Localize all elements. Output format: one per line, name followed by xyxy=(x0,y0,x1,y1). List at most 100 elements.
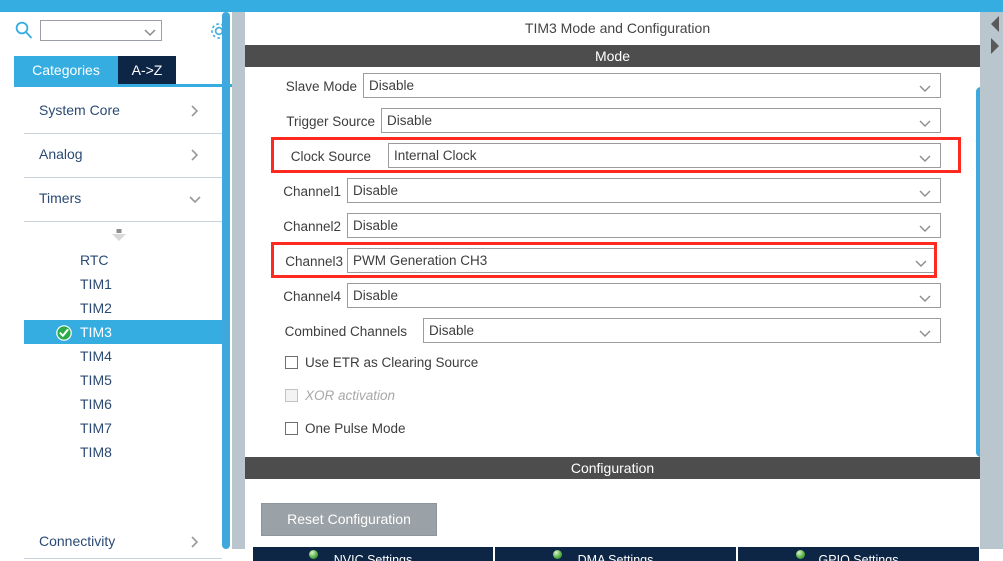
chevron-down-icon[interactable] xyxy=(918,326,932,337)
tree-group-timers[interactable]: Timers xyxy=(24,178,222,222)
checkbox-use-etr[interactable] xyxy=(285,356,298,369)
sidebar-panel: Categories A->Z System Core Analog Timer… xyxy=(0,12,232,559)
row-one-pulse-mode[interactable]: One Pulse Mode xyxy=(245,418,885,444)
tree-item-rtc[interactable]: RTC xyxy=(24,248,222,272)
chevron-down-icon[interactable] xyxy=(918,151,932,162)
panel-gap xyxy=(980,12,990,549)
tree-item-tim2[interactable]: TIM2 xyxy=(24,296,222,320)
checkbox-label: One Pulse Mode xyxy=(305,421,406,436)
clock-source-select[interactable]: Internal Clock xyxy=(388,143,941,168)
tab-label: GPIO Settings xyxy=(818,553,899,561)
field-label: Channel2 xyxy=(283,219,341,234)
checkbox-label: XOR activation xyxy=(305,388,396,403)
row-combined-channels: Combined Channels Disable xyxy=(245,317,945,347)
tab-label: DMA Settings xyxy=(577,553,654,561)
chevron-down-icon[interactable] xyxy=(918,186,932,197)
field-label: Combined Channels xyxy=(284,324,407,339)
row-channel4: Channel4 Disable xyxy=(245,282,945,312)
channel2-select[interactable]: Disable xyxy=(347,213,941,238)
tree-item-tim7[interactable]: TIM7 xyxy=(24,416,222,440)
configuration-tabs: NVIC Settings DMA Settings GPIO Settings xyxy=(253,547,980,561)
sidebar-search-row xyxy=(0,12,232,46)
tree-group-label: Analog xyxy=(39,146,83,162)
field-label: Channel3 xyxy=(285,254,343,269)
tree-item-tim6[interactable]: TIM6 xyxy=(24,392,222,416)
field-value: Disable xyxy=(353,183,399,198)
slave-mode-select[interactable]: Disable xyxy=(363,73,941,98)
mode-section-header: Mode xyxy=(245,45,980,67)
field-label: Channel1 xyxy=(283,184,341,199)
field-value: Internal Clock xyxy=(394,148,477,163)
tab-gpio-settings[interactable]: GPIO Settings xyxy=(738,547,980,561)
tree-item-tim8[interactable]: TIM8 xyxy=(24,440,222,464)
row-trigger-source: Trigger Source Disable xyxy=(245,107,945,137)
tree-item-tim5[interactable]: TIM5 xyxy=(24,368,222,392)
configuration-body: Reset Configuration xyxy=(245,479,980,549)
row-channel1: Channel1 Disable xyxy=(245,177,945,207)
tab-dma-settings[interactable]: DMA Settings xyxy=(495,547,737,561)
tab-nvic-settings[interactable]: NVIC Settings xyxy=(253,547,494,561)
tabs-underline xyxy=(14,84,232,87)
search-combobox[interactable] xyxy=(40,20,162,41)
row-xor-activation: XOR activation xyxy=(245,385,885,411)
row-clock-source: Clock Source Internal Clock xyxy=(245,142,945,172)
window-scroll-arrows[interactable] xyxy=(988,12,1003,60)
tree-item-tim4[interactable]: TIM4 xyxy=(24,344,222,368)
tree-item-label: TIM2 xyxy=(80,300,112,316)
chevron-down-icon[interactable] xyxy=(914,256,928,267)
peripheral-tree: System Core Analog Timers RTC TIM1 TIM2 … xyxy=(24,90,222,549)
field-value: Disable xyxy=(429,323,475,338)
tree-group-label: System Core xyxy=(39,102,120,118)
tree-scroll-up-area[interactable] xyxy=(24,222,222,248)
field-label: Slave Mode xyxy=(285,79,357,94)
combined-channels-select[interactable]: Disable xyxy=(423,318,941,343)
search-icon[interactable] xyxy=(14,20,34,40)
chevron-right-icon[interactable] xyxy=(188,104,202,118)
main-panel: TIM3 Mode and Configuration Mode Slave M… xyxy=(245,12,990,561)
configuration-section-header: Configuration xyxy=(245,457,980,479)
timer-list: RTC TIM1 TIM2 TIM3 TIM4 TIM5 TIM6 TIM7 T… xyxy=(24,248,222,464)
tree-group-analog[interactable]: Analog xyxy=(24,134,222,178)
field-value: Disable xyxy=(353,218,399,233)
row-use-etr-clearing-source[interactable]: Use ETR as Clearing Source xyxy=(245,352,885,378)
checkbox-one-pulse-mode[interactable] xyxy=(285,422,298,435)
scroll-up-spinner-icon[interactable] xyxy=(110,228,128,244)
tab-categories[interactable]: Categories xyxy=(14,56,118,84)
reset-configuration-button[interactable]: Reset Configuration xyxy=(261,503,437,536)
field-value: Disable xyxy=(369,78,415,93)
field-value: PWM Generation CH3 xyxy=(353,253,488,268)
chevron-down-icon[interactable] xyxy=(918,291,932,302)
tree-item-label: TIM8 xyxy=(80,444,112,460)
channel3-select[interactable]: PWM Generation CH3 xyxy=(347,248,937,273)
application-window: Categories A->Z System Core Analog Timer… xyxy=(0,0,1003,561)
tree-item-label: TIM6 xyxy=(80,396,112,412)
channel4-select[interactable]: Disable xyxy=(347,283,941,308)
field-label: Channel4 xyxy=(283,289,341,304)
tree-item-tim1[interactable]: TIM1 xyxy=(24,272,222,296)
tree-item-label: TIM5 xyxy=(80,372,112,388)
field-label: Trigger Source xyxy=(286,114,375,129)
chevron-down-icon[interactable] xyxy=(918,221,932,232)
tree-item-label: TIM3 xyxy=(80,324,112,340)
mode-form: Slave Mode Disable Trigger Source Disabl… xyxy=(245,68,980,455)
chevron-right-icon[interactable] xyxy=(188,535,202,549)
tree-item-label: TIM7 xyxy=(80,420,112,436)
tree-item-tim3[interactable]: TIM3 xyxy=(24,320,222,344)
top-accent-strip xyxy=(0,0,1003,12)
field-value: Disable xyxy=(387,113,433,128)
tree-group-connectivity[interactable]: Connectivity xyxy=(24,525,222,561)
chevron-down-icon[interactable] xyxy=(918,81,932,92)
tree-group-system-core[interactable]: System Core xyxy=(24,90,222,134)
sidebar-scrollbar[interactable] xyxy=(222,12,230,549)
chevron-right-icon[interactable] xyxy=(188,148,202,162)
channel1-select[interactable]: Disable xyxy=(347,178,941,203)
row-channel3: Channel3 PWM Generation CH3 xyxy=(245,247,945,277)
search-input[interactable] xyxy=(44,23,144,40)
window-scrollbar-track[interactable] xyxy=(990,12,1003,549)
chevron-down-icon[interactable] xyxy=(918,116,932,127)
chevron-down-icon[interactable] xyxy=(188,192,202,206)
trigger-source-select[interactable]: Disable xyxy=(381,108,941,133)
tree-group-label: Connectivity xyxy=(39,533,116,549)
tab-a-to-z[interactable]: A->Z xyxy=(118,56,176,84)
chevron-down-icon[interactable] xyxy=(144,26,156,37)
